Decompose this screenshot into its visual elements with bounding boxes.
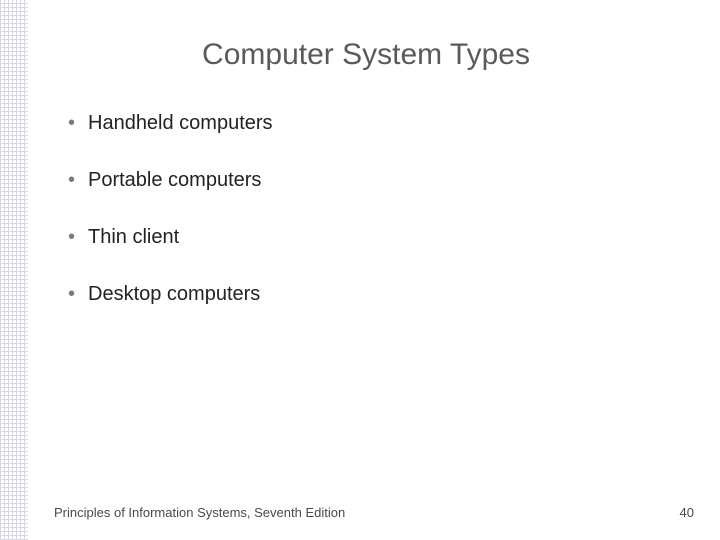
bullet-list: Handheld computers Portable computers Th…	[60, 112, 672, 306]
list-item: Handheld computers	[68, 112, 672, 135]
list-item: Desktop computers	[68, 283, 672, 306]
slide-title: Computer System Types	[60, 38, 672, 72]
footer-text: Principles of Information Systems, Seven…	[54, 505, 345, 520]
slide-footer: Principles of Information Systems, Seven…	[54, 505, 694, 520]
list-item: Portable computers	[68, 169, 672, 192]
slide: Computer System Types Handheld computers…	[0, 0, 720, 540]
page-number: 40	[680, 505, 694, 520]
list-item: Thin client	[68, 226, 672, 249]
